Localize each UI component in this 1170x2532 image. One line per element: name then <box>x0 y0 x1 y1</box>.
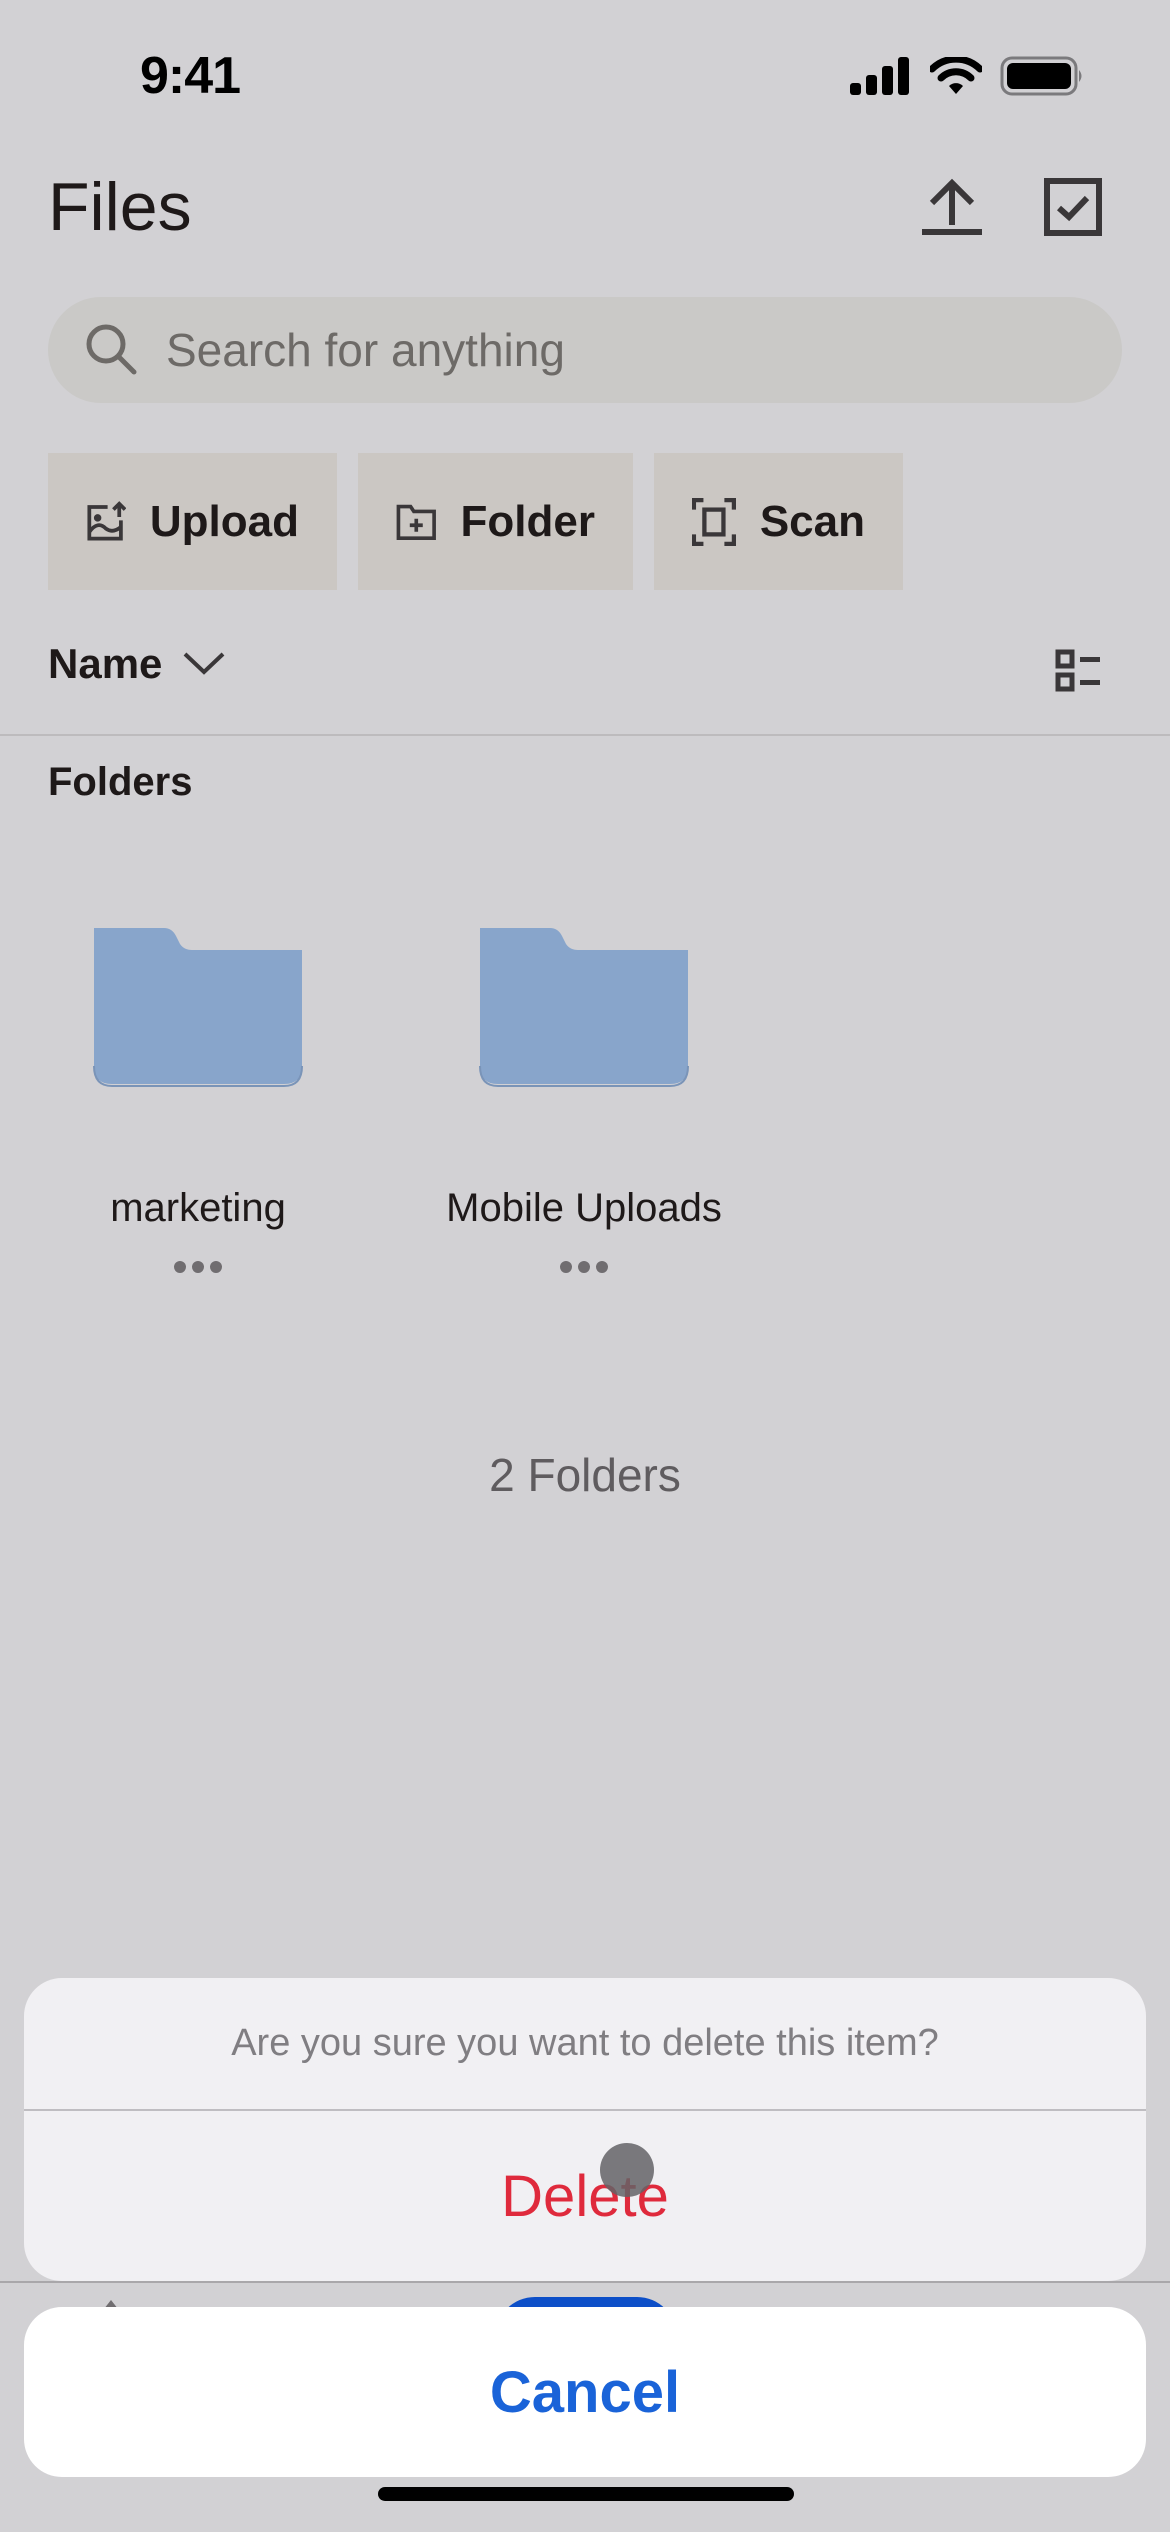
folder-action-label: Folder <box>460 496 595 546</box>
folder-icon <box>93 928 303 1087</box>
more-dot <box>192 1261 204 1273</box>
battery-icon <box>1000 56 1082 96</box>
upload-action-label: Upload <box>149 496 299 546</box>
quick-actions: Upload Folder Scan <box>48 453 903 590</box>
folder-name: marketing <box>110 1186 286 1230</box>
action-sheet: Are you sure you want to delete this ite… <box>24 1978 1146 2281</box>
image-upload-icon <box>87 500 126 540</box>
upload-icon <box>922 178 982 235</box>
folder-action-button[interactable]: Folder <box>358 453 633 590</box>
chevron-down-icon <box>184 652 225 675</box>
scan-action-button[interactable]: Scan <box>654 453 903 590</box>
folder-plus-icon <box>396 504 436 540</box>
sort-dropdown[interactable]: Name <box>48 640 226 688</box>
list-view-icon <box>1055 649 1100 692</box>
more-dot <box>560 1261 572 1273</box>
upload-button[interactable] <box>912 167 992 247</box>
more-dot <box>596 1261 608 1273</box>
folder-more-button[interactable] <box>429 1261 739 1273</box>
view-toggle-button[interactable] <box>1040 640 1110 700</box>
more-dot <box>174 1261 186 1273</box>
upload-action-button[interactable]: Upload <box>48 453 337 590</box>
divider <box>0 734 1170 736</box>
folder-item[interactable]: Mobile Uploads <box>429 908 739 1273</box>
folder-item[interactable]: marketing <box>43 908 353 1273</box>
status-time: 9:41 <box>140 47 241 105</box>
select-checkbox-icon <box>1044 178 1102 236</box>
sort-label: Name <box>48 640 163 687</box>
cancel-button[interactable]: Cancel <box>24 2307 1146 2477</box>
scan-action-label: Scan <box>759 496 865 546</box>
search-input[interactable] <box>164 322 1068 378</box>
signal-icon <box>850 57 909 95</box>
wifi-icon <box>930 57 982 94</box>
scan-icon <box>692 497 736 546</box>
folder-count: 2 Folders <box>489 1449 681 1501</box>
action-sheet-message: Are you sure you want to delete this ite… <box>24 1978 1146 2111</box>
status-icons <box>850 56 1084 96</box>
folder-name: Mobile Uploads <box>446 1186 722 1230</box>
more-dot <box>578 1261 590 1273</box>
page-title: Files <box>48 169 192 245</box>
folder-more-button[interactable] <box>43 1261 353 1273</box>
search-icon <box>86 324 137 375</box>
select-button[interactable] <box>1033 167 1113 247</box>
more-dot <box>210 1261 222 1273</box>
tab-bar-divider <box>0 2281 1170 2283</box>
folder-icon <box>479 928 689 1087</box>
search-bar[interactable] <box>48 297 1122 403</box>
home-indicator[interactable] <box>378 2487 794 2501</box>
section-header-folders: Folders <box>48 760 193 804</box>
delete-button[interactable]: Delete <box>24 2111 1146 2281</box>
touch-indicator <box>600 2143 654 2197</box>
